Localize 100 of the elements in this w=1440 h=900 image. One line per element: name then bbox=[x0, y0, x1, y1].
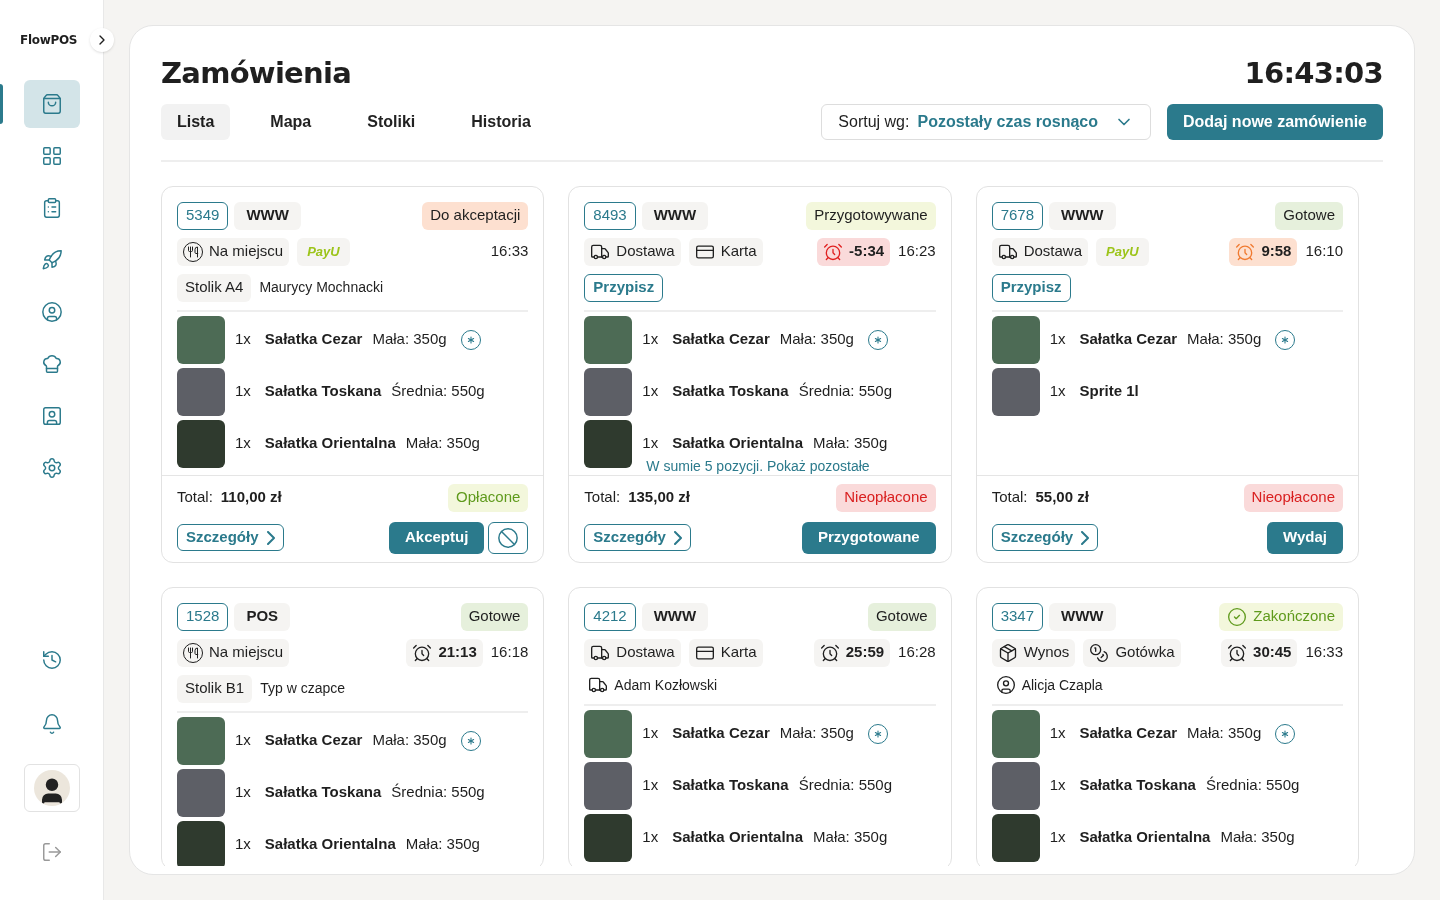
item-quantity: 1x bbox=[1049, 381, 1066, 402]
product-photo-placeholder bbox=[584, 419, 633, 468]
timer-badge: 21:13 bbox=[406, 638, 483, 667]
chevron-right-icon bbox=[266, 530, 275, 545]
timer-badge: 9:58 bbox=[1229, 237, 1298, 266]
order-time: 16:28 bbox=[898, 642, 936, 663]
channel-label: WWW bbox=[641, 602, 709, 631]
order-number: 5349 bbox=[177, 201, 229, 230]
item-variant: Mała: 350g bbox=[372, 730, 447, 751]
item-quantity: 1x bbox=[1049, 329, 1066, 350]
product-photo-placeholder bbox=[177, 716, 225, 765]
order-time: 16:18 bbox=[490, 642, 529, 663]
item-name: Sałatka Toskana bbox=[672, 775, 789, 796]
item-quantity: 1x bbox=[235, 433, 251, 454]
history-icon bbox=[40, 649, 63, 671]
tab[interactable]: Lista bbox=[161, 103, 231, 140]
item-quantity: 1x bbox=[642, 329, 659, 350]
clock: 16:43:03 bbox=[1244, 55, 1383, 92]
action-button[interactable]: Akceptuj bbox=[388, 521, 485, 554]
total-label: Total: bbox=[177, 487, 213, 508]
item-name: Sałatka Cezar bbox=[672, 329, 770, 350]
item-quantity: 1x bbox=[1049, 775, 1066, 796]
item-name: Sałatka Toskana bbox=[264, 381, 382, 402]
item-quantity: 1x bbox=[1049, 723, 1066, 744]
channel-label: POS bbox=[234, 602, 291, 631]
assign-button[interactable]: Przypisz bbox=[584, 273, 664, 302]
item-variant: Mała: 350g bbox=[1220, 827, 1295, 848]
tab[interactable]: Stoliki bbox=[351, 103, 432, 140]
payment-badge: Nieopłacone bbox=[1243, 483, 1343, 512]
item-quantity: 1x bbox=[642, 381, 659, 402]
avatar-placeholder bbox=[33, 770, 70, 806]
item-name: Sałatka Cezar bbox=[1079, 723, 1178, 744]
tab[interactable]: Mapa bbox=[254, 103, 328, 140]
alarm-clock-icon bbox=[823, 241, 844, 262]
chef-icon bbox=[40, 353, 63, 375]
details-button[interactable]: Szczegóły bbox=[584, 524, 691, 551]
item-variant: Mała: 350g bbox=[1187, 329, 1262, 350]
product-photo-placeholder bbox=[991, 367, 1040, 416]
coins-icon bbox=[1089, 642, 1110, 663]
reject-button[interactable] bbox=[488, 521, 529, 554]
action-button[interactable]: Przygotowane bbox=[801, 521, 936, 554]
product-photo-placeholder bbox=[991, 709, 1040, 758]
status-badge: Przygotowywane bbox=[806, 201, 936, 230]
customer-name: Typ w czapce bbox=[259, 679, 347, 698]
item-quantity: 1x bbox=[642, 723, 659, 744]
total-label: Total: bbox=[991, 487, 1028, 508]
package-icon bbox=[997, 642, 1018, 663]
product-photo-placeholder bbox=[177, 367, 225, 416]
action-button[interactable]: Wydaj bbox=[1267, 521, 1343, 554]
item-name: Sałatka Orientalna bbox=[1079, 827, 1211, 848]
order-time: 16:10 bbox=[1305, 241, 1343, 262]
item-variant: Średnia: 550g bbox=[391, 782, 485, 803]
timer-badge: -5:34 bbox=[817, 237, 891, 266]
item-name: Sałatka Orientalna bbox=[264, 433, 396, 454]
payment-badge: Opłacone bbox=[448, 483, 529, 512]
courier-name: Adam Kozłowski bbox=[614, 675, 718, 695]
order-type-label: Gotówka bbox=[1115, 642, 1175, 663]
product-photo-placeholder bbox=[177, 419, 225, 468]
avatar-button[interactable] bbox=[23, 764, 80, 812]
sort-dropdown[interactable]: Sortuj wg: Pozostały czas rosnąco bbox=[821, 103, 1151, 140]
order-type-label: Dostawa bbox=[1023, 241, 1082, 262]
item-variant: Mała: 350g bbox=[813, 827, 888, 848]
logout-icon bbox=[40, 841, 63, 863]
item-variant: Średnia: 550g bbox=[391, 381, 485, 402]
item-variant: Mała: 350g bbox=[405, 433, 480, 454]
item-variant: Mała: 350g bbox=[405, 834, 480, 855]
check-icon bbox=[1227, 606, 1248, 627]
item-quantity: 1x bbox=[642, 433, 659, 454]
show-more-link[interactable]: W sumie 5 pozycji. Pokaż pozostałe bbox=[646, 455, 870, 476]
order-time: 16:33 bbox=[490, 241, 529, 262]
details-button[interactable]: Szczegóły bbox=[177, 524, 284, 551]
alarm-clock-icon bbox=[819, 642, 840, 663]
assign-button[interactable]: Przypisz bbox=[991, 273, 1071, 302]
item-quantity: 1x bbox=[235, 730, 251, 751]
user-icon bbox=[995, 675, 1016, 695]
item-name: Sprite 1l bbox=[1079, 381, 1139, 402]
product-photo-placeholder bbox=[584, 761, 633, 810]
item-name: Sałatka Cezar bbox=[672, 723, 770, 744]
expand-sidebar-button[interactable] bbox=[90, 28, 114, 52]
item-name: Sałatka Cezar bbox=[1079, 329, 1178, 350]
contacts-icon bbox=[40, 405, 63, 427]
nav-item[interactable] bbox=[23, 80, 80, 128]
product-photo-placeholder bbox=[991, 761, 1040, 810]
order-type-label: Dostawa bbox=[616, 241, 675, 262]
user-circle-icon bbox=[40, 301, 63, 323]
table-label: Stolik A4 bbox=[177, 273, 252, 302]
payment-logo: PayU bbox=[1096, 237, 1149, 266]
item-variant: Średnia: 550g bbox=[798, 775, 893, 796]
item-name: Sałatka Toskana bbox=[264, 782, 382, 803]
product-photo-placeholder bbox=[584, 813, 633, 862]
total-amount: 135,00 zł bbox=[628, 487, 690, 508]
channel-label: WWW bbox=[1049, 201, 1116, 230]
item-variant: Mała: 350g bbox=[1187, 723, 1262, 744]
order-time: 16:23 bbox=[898, 241, 936, 262]
details-button[interactable]: Szczegóły bbox=[991, 524, 1099, 551]
add-order-button[interactable]: Dodaj nowe zamówienie bbox=[1166, 103, 1383, 140]
customer-name: Alicja Czapla bbox=[1021, 675, 1103, 695]
ban-icon bbox=[497, 526, 520, 549]
item-name: Sałatka Cezar bbox=[264, 730, 363, 751]
tab[interactable]: Historia bbox=[455, 103, 547, 140]
